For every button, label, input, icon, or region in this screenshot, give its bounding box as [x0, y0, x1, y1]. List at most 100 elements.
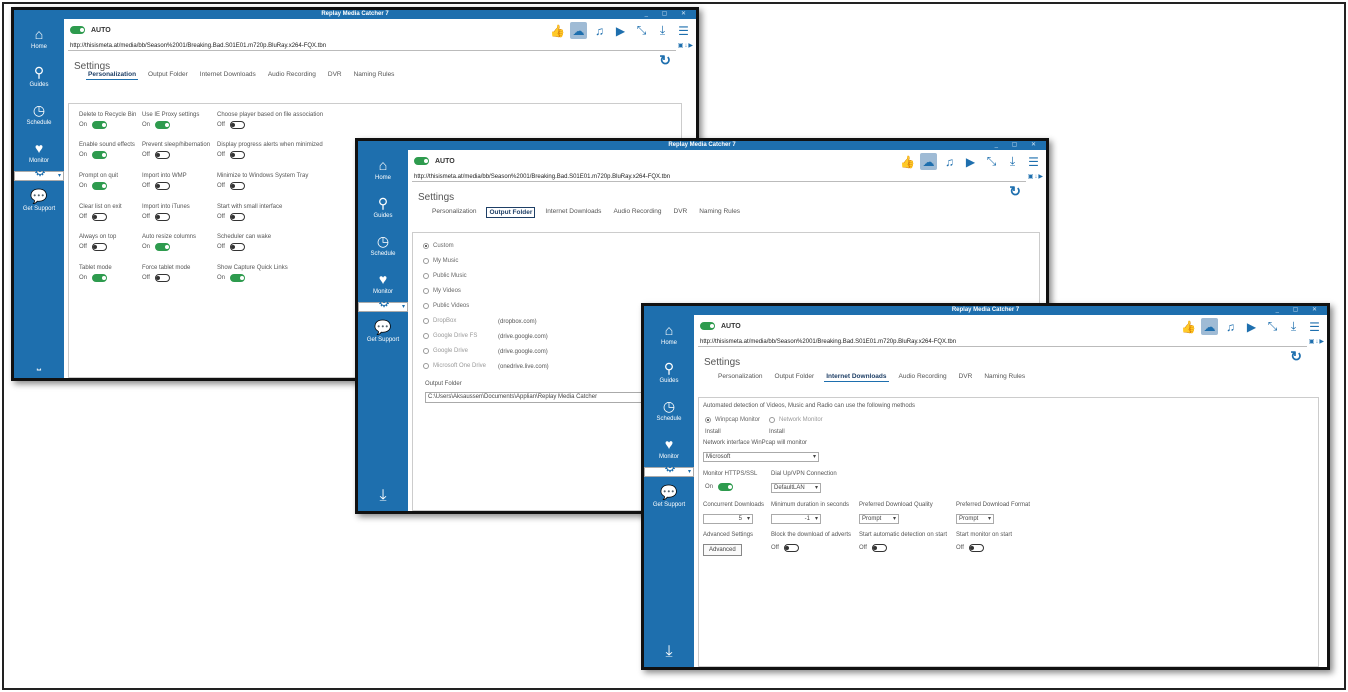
- top-toggle[interactable]: [91, 243, 107, 251]
- url-bar[interactable]: http://thisismeta.at/media/bb/Season%200…: [698, 337, 1324, 347]
- tab-personalization[interactable]: Personalization: [716, 372, 764, 382]
- download-tray-icon[interactable]: ⤓: [654, 22, 671, 39]
- cloud-download-icon[interactable]: ☁: [570, 22, 587, 39]
- tab-dvr[interactable]: DVR: [672, 207, 690, 218]
- clear-toggle[interactable]: [91, 213, 107, 221]
- video-camera-icon[interactable]: ▶: [612, 22, 629, 39]
- tab-internet-downloads[interactable]: Internet Downloads: [824, 372, 889, 382]
- nav-guides[interactable]: ⚲ Guides: [14, 57, 64, 95]
- window-controls[interactable]: _ ▢ ✕: [645, 10, 692, 19]
- url-bar[interactable]: http://thisismeta.at/media/bb/Season%200…: [412, 172, 1043, 182]
- reset-icon[interactable]: ↻: [659, 52, 671, 69]
- window-controls[interactable]: _ ▢ ✕: [1276, 306, 1323, 315]
- nav-schedule[interactable]: ◷ Schedule: [644, 391, 694, 429]
- radio-google-drive[interactable]: Google Drive: [423, 348, 468, 354]
- download-icon[interactable]: ⤓: [358, 487, 408, 505]
- install-network-link[interactable]: Install: [769, 429, 785, 435]
- tab-dvr[interactable]: DVR: [957, 372, 975, 382]
- download-tray-icon[interactable]: ⤓: [1004, 153, 1021, 170]
- download-tray-icon[interactable]: ⤓: [1285, 318, 1302, 335]
- monitor-start-toggle[interactable]: [968, 544, 984, 552]
- min-duration-stepper[interactable]: -1: [771, 514, 821, 524]
- radio-google-drive-fs[interactable]: Google Drive FS: [423, 333, 477, 339]
- radio-winpcap[interactable]: Winpcap Monitor: [705, 417, 760, 423]
- itunes-toggle[interactable]: [154, 213, 170, 221]
- reset-icon[interactable]: ↻: [1009, 183, 1021, 200]
- radio-onedrive[interactable]: Microsoft One Drive: [423, 363, 486, 369]
- columns-toggle[interactable]: [155, 243, 171, 251]
- compress-icon[interactable]: ⤡: [1264, 318, 1281, 335]
- nav-settings[interactable]: ⚙ Settings: [14, 164, 64, 188]
- tab-naming-rules[interactable]: Naming Rules: [697, 207, 742, 218]
- concurrent-stepper[interactable]: 5: [703, 514, 753, 524]
- video-camera-icon[interactable]: ▶: [1243, 318, 1260, 335]
- install-winpcap-link[interactable]: Install: [705, 429, 721, 435]
- advanced-button[interactable]: Advanced: [703, 544, 742, 556]
- nav-settings[interactable]: ⚙ Settings: [358, 295, 408, 319]
- tab-audio-recording[interactable]: Audio Recording: [897, 372, 949, 382]
- menu-icon[interactable]: ☰: [675, 22, 692, 39]
- nav-schedule[interactable]: ◷ Schedule: [14, 95, 64, 133]
- radio-my-music[interactable]: My Music: [423, 258, 458, 264]
- radio-my-videos[interactable]: My Videos: [423, 288, 461, 294]
- music-icon[interactable]: ♫: [941, 153, 958, 170]
- video-camera-icon[interactable]: ▶: [962, 153, 979, 170]
- https-toggle[interactable]: [718, 483, 734, 491]
- reset-icon[interactable]: ↻: [1290, 348, 1302, 365]
- tab-naming-rules[interactable]: Naming Rules: [982, 372, 1027, 382]
- radio-dropbox[interactable]: DropBox: [423, 318, 456, 324]
- quality-select[interactable]: Prompt: [859, 514, 899, 524]
- quick-toggle[interactable]: [230, 274, 246, 282]
- cloud-download-icon[interactable]: ☁: [920, 153, 937, 170]
- auto-toggle[interactable]: [70, 26, 85, 34]
- music-icon[interactable]: ♫: [1222, 318, 1239, 335]
- compress-icon[interactable]: ⤡: [633, 22, 650, 39]
- dialup-select[interactable]: DefaultLAN: [771, 483, 821, 493]
- music-icon[interactable]: ♫: [591, 22, 608, 39]
- radio-public-videos[interactable]: Public Videos: [423, 303, 469, 309]
- auto-toggle[interactable]: [700, 322, 715, 330]
- url-action-icons[interactable]: ▣↓▶: [1309, 337, 1325, 347]
- compress-icon[interactable]: ⤡: [983, 153, 1000, 170]
- proxy-toggle[interactable]: [155, 121, 171, 129]
- radio-public-music[interactable]: Public Music: [423, 273, 467, 279]
- menu-icon[interactable]: ☰: [1306, 318, 1323, 335]
- small-toggle[interactable]: [229, 213, 245, 221]
- thumbs-up-icon[interactable]: 👍: [899, 153, 916, 170]
- radio-custom[interactable]: Custom: [423, 243, 454, 249]
- nav-home[interactable]: ⌂ Home: [358, 150, 408, 188]
- tab-output-folder[interactable]: Output Folder: [772, 372, 816, 382]
- prompt-toggle[interactable]: [92, 182, 108, 190]
- url-bar[interactable]: http://thisismeta.at/media/bb/Season%200…: [68, 41, 693, 51]
- recycle-toggle[interactable]: [92, 121, 108, 129]
- hibernation-toggle[interactable]: [154, 151, 170, 159]
- tab-internet-downloads[interactable]: Internet Downloads: [543, 207, 603, 218]
- progress-toggle[interactable]: [229, 151, 245, 159]
- url-action-icons[interactable]: ▣↓▶: [1028, 172, 1044, 182]
- cloud-download-icon[interactable]: ☁: [1201, 318, 1218, 335]
- nav-schedule[interactable]: ◷ Schedule: [358, 226, 408, 264]
- auto-detection-toggle[interactable]: [871, 544, 887, 552]
- menu-icon[interactable]: ☰: [1025, 153, 1042, 170]
- thumbs-up-icon[interactable]: 👍: [549, 22, 566, 39]
- nav-guides[interactable]: ⚲ Guides: [644, 353, 694, 391]
- block-adverts-toggle[interactable]: [783, 544, 799, 552]
- wake-toggle[interactable]: [229, 243, 245, 251]
- thumbs-up-icon[interactable]: 👍: [1180, 318, 1197, 335]
- nav-home[interactable]: ⌂ Home: [14, 19, 64, 57]
- nav-home[interactable]: ⌂ Home: [644, 315, 694, 353]
- url-action-icons[interactable]: ▣↓▶: [678, 41, 694, 51]
- interface-select[interactable]: Microsoft: [703, 452, 819, 462]
- format-select[interactable]: Prompt: [956, 514, 994, 524]
- nav-settings[interactable]: ⚙ Settings: [644, 460, 694, 484]
- tab-audio-recording[interactable]: Audio Recording: [611, 207, 663, 218]
- download-icon[interactable]: ⤓: [644, 643, 694, 661]
- window-controls[interactable]: _ ▢ ✕: [995, 141, 1042, 150]
- radio-network-monitor[interactable]: Network Monitor: [769, 417, 823, 423]
- sound-toggle[interactable]: [92, 151, 108, 159]
- force-toggle[interactable]: [154, 274, 170, 282]
- download-icon[interactable]: ⎵: [14, 359, 64, 372]
- nav-guides[interactable]: ⚲ Guides: [358, 188, 408, 226]
- auto-toggle[interactable]: [414, 157, 429, 165]
- tab-output-folder[interactable]: Output Folder: [486, 207, 536, 218]
